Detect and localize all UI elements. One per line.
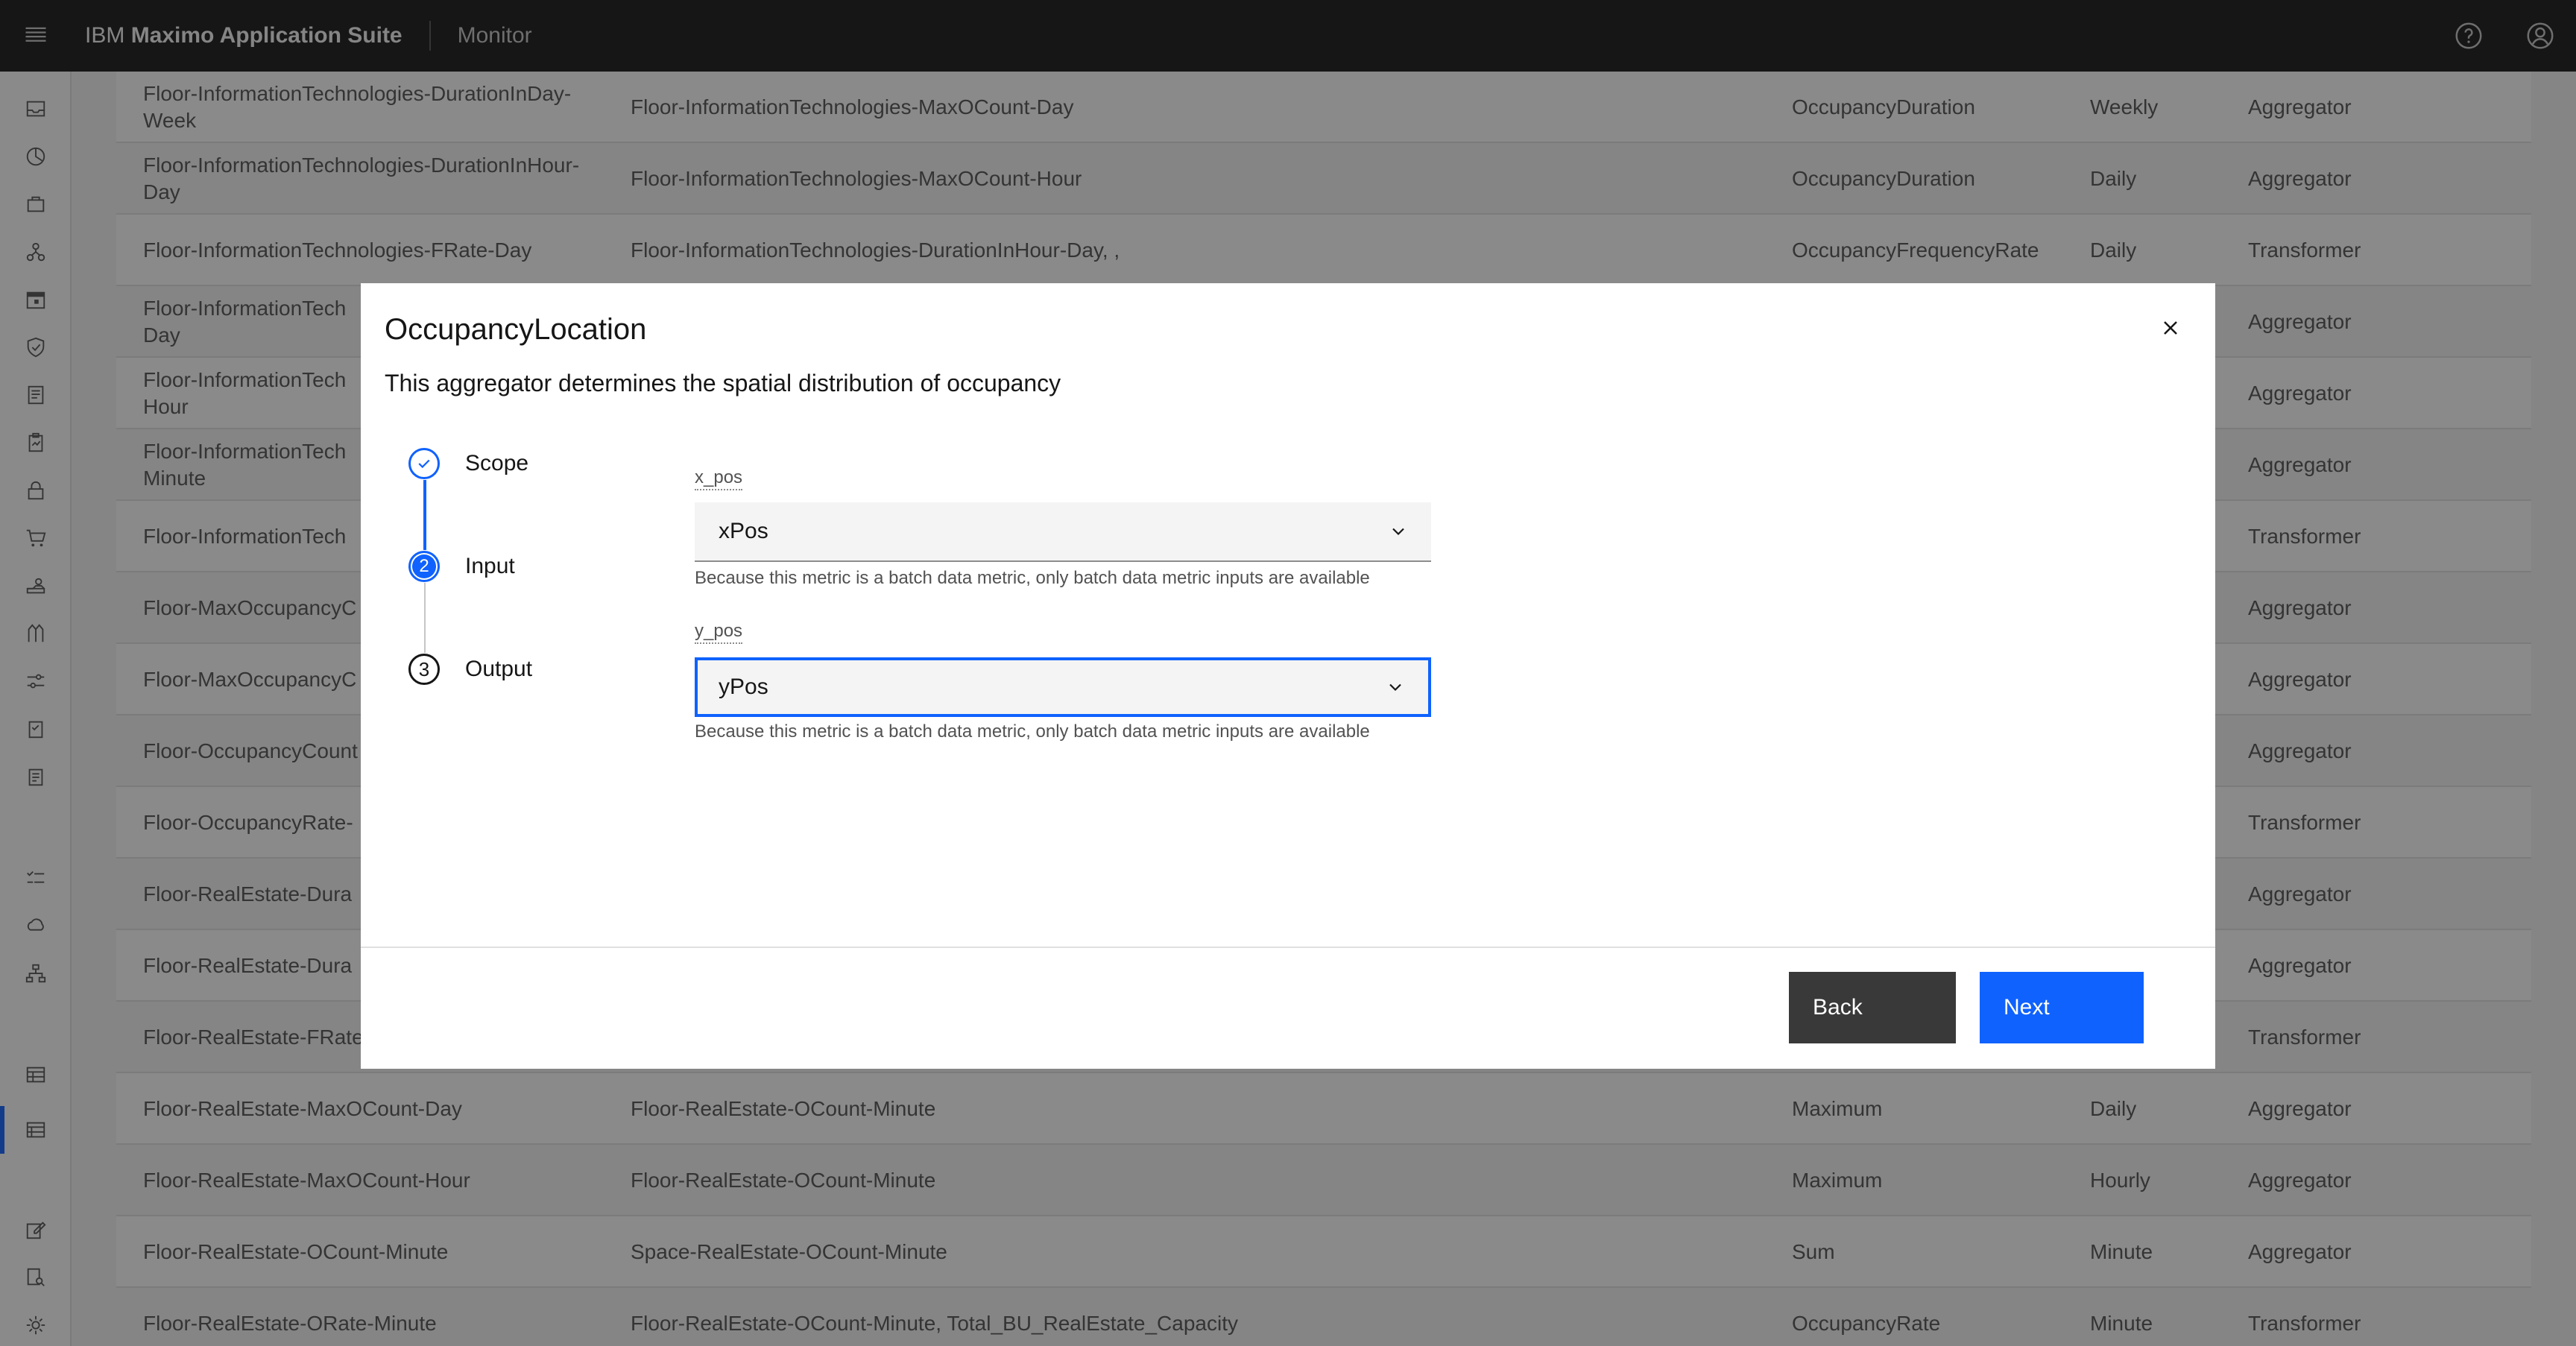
chevron-down-icon <box>1386 519 1410 543</box>
x-pos-label: x_pos <box>695 467 743 490</box>
y-pos-select[interactable]: yPos <box>695 657 1431 717</box>
x-pos-helper-text: Because this metric is a batch data metr… <box>695 568 1370 588</box>
close-icon <box>2164 321 2177 335</box>
step-number-icon: 2 <box>408 551 440 582</box>
step-connector-incomplete <box>424 583 426 653</box>
x-pos-select[interactable]: xPos <box>695 502 1431 562</box>
next-button[interactable]: Next <box>1980 972 2144 1043</box>
step-scope[interactable]: Scope <box>408 447 528 480</box>
y-pos-label: y_pos <box>695 620 743 644</box>
back-button[interactable]: Back <box>1789 972 1956 1043</box>
y-pos-value: yPos <box>719 674 768 699</box>
modal-title: OccupancyLocation <box>385 313 647 346</box>
y-pos-helper-text: Because this metric is a batch data metr… <box>695 721 1370 742</box>
step-input[interactable]: 2 Input <box>408 550 515 583</box>
step-connector-complete <box>423 480 426 550</box>
step-number: 2 <box>412 554 436 578</box>
step-label: Input <box>465 554 515 578</box>
chevron-down-icon <box>1383 675 1407 699</box>
modal-description: This aggregator determines the spatial d… <box>385 370 1061 396</box>
step-label: Output <box>465 657 533 681</box>
checkmark-icon <box>408 448 440 479</box>
x-pos-value: xPos <box>719 519 768 543</box>
occupancy-location-modal: OccupancyLocation This aggregator determ… <box>361 283 2215 1069</box>
close-button[interactable] <box>2144 301 2197 355</box>
step-number: 3 <box>408 654 440 685</box>
step-label: Scope <box>465 451 529 475</box>
step-output[interactable]: 3 Output <box>408 653 532 686</box>
footer-divider <box>361 947 2215 948</box>
